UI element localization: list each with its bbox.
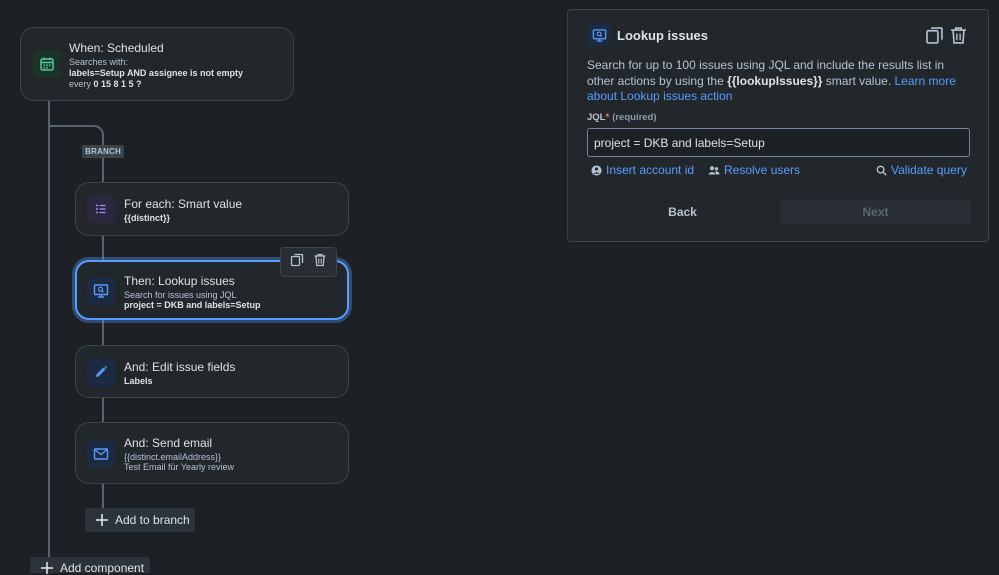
pencil-icon — [87, 358, 115, 386]
email-card[interactable]: And: Send email {{distinct.emailAddress}… — [75, 422, 349, 484]
insert-account-id-link[interactable]: Insert account id — [591, 163, 694, 177]
search-icon — [876, 165, 887, 176]
component-toolbar — [280, 247, 337, 277]
connector-trigger-down — [48, 100, 50, 557]
next-button[interactable]: Next — [780, 200, 971, 224]
lookup-sub1: Search for issues using JQL — [124, 290, 237, 300]
lookup-screen-icon — [587, 23, 611, 47]
lookup-screen-icon — [87, 277, 115, 305]
trigger-line3: every 0 15 8 1 5 ? — [69, 79, 142, 89]
add-to-branch-button[interactable]: Add to branch — [85, 508, 195, 532]
foreach-card[interactable]: For each: Smart value {{distinct}} — [75, 182, 349, 236]
mail-icon — [87, 440, 115, 468]
email-sub1: {{distinct.emailAddress}} — [124, 452, 222, 462]
edit-card[interactable]: And: Edit issue fields Labels — [75, 345, 349, 398]
email-sub2: Test Email für Yearly review — [124, 462, 235, 472]
trash-icon[interactable] — [313, 253, 327, 272]
calendar-icon — [33, 50, 61, 78]
foreach-title: For each: Smart value — [124, 197, 243, 211]
lookup-title: Then: Lookup issues — [124, 274, 235, 288]
foreach-sub: {{distinct}} — [124, 213, 171, 223]
duplicate-icon[interactable] — [925, 26, 944, 50]
lookup-sub2: project = DKB and labels=Setup — [124, 300, 261, 310]
trigger-title: When: Scheduled — [69, 41, 164, 55]
users-icon — [708, 165, 720, 174]
validate-query-link[interactable]: Validate query — [876, 163, 967, 177]
email-title: And: Send email — [124, 436, 213, 450]
edit-sub: Labels — [124, 376, 153, 386]
duplicate-icon[interactable] — [290, 253, 304, 272]
add-to-branch-label: Add to branch — [115, 513, 190, 527]
edit-title: And: Edit issue fields — [124, 360, 236, 374]
resolve-users-link[interactable]: Resolve users — [708, 163, 800, 177]
jql-label: JQL* (required) — [587, 112, 657, 123]
plus-icon — [96, 514, 108, 526]
jql-input[interactable] — [587, 128, 970, 157]
lookup-config-panel: Lookup issues Search for up to 100 issue… — [567, 9, 989, 242]
panel-description: Search for up to 100 issues using JQL an… — [587, 58, 956, 103]
trash-icon[interactable] — [949, 26, 968, 50]
panel-title: Lookup issues — [617, 28, 709, 43]
branch-tag: BRANCH — [82, 145, 124, 158]
add-component-button[interactable]: Add component — [30, 557, 150, 575]
connector-branch-curve — [88, 125, 104, 141]
connector-branch-horizontal — [48, 125, 90, 127]
trigger-card[interactable]: When: Scheduled Searches with: labels=Se… — [20, 27, 294, 101]
trigger-line1: Searches with: — [69, 57, 129, 67]
list-icon — [87, 195, 115, 223]
back-button[interactable]: Back — [587, 200, 778, 224]
info-user-icon — [591, 164, 602, 176]
trigger-line2: labels=Setup AND assignee is not empty — [69, 68, 243, 78]
